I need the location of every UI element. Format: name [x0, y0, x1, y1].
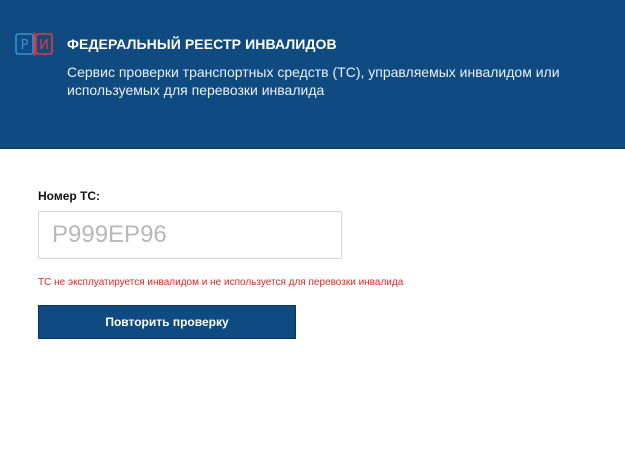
logo-letter-i: И: [39, 38, 49, 53]
vehicle-number-label: Номер ТС:: [38, 189, 101, 203]
page-title: ФЕДЕРАЛЬНЫЙ РЕЕСТР ИНВАЛИДОВ: [67, 36, 337, 52]
check-result-message: ТС не эксплуатируется инвалидом и не исп…: [38, 277, 404, 288]
check-form: Номер ТС: ТС не эксплуатируется инвалидо…: [0, 149, 625, 469]
page-subtitle: Сервис проверки транспортных средств (ТС…: [67, 64, 560, 98]
registry-logo-icon: Р И: [15, 32, 53, 56]
vehicle-number-input[interactable]: [38, 211, 342, 259]
header-banner: Р И ФЕДЕРАЛЬНЫЙ РЕЕСТР ИНВАЛИДОВ Сервис …: [0, 0, 625, 149]
logo-letter-r: Р: [21, 38, 29, 53]
retry-check-button[interactable]: Повторить проверку: [38, 305, 296, 339]
